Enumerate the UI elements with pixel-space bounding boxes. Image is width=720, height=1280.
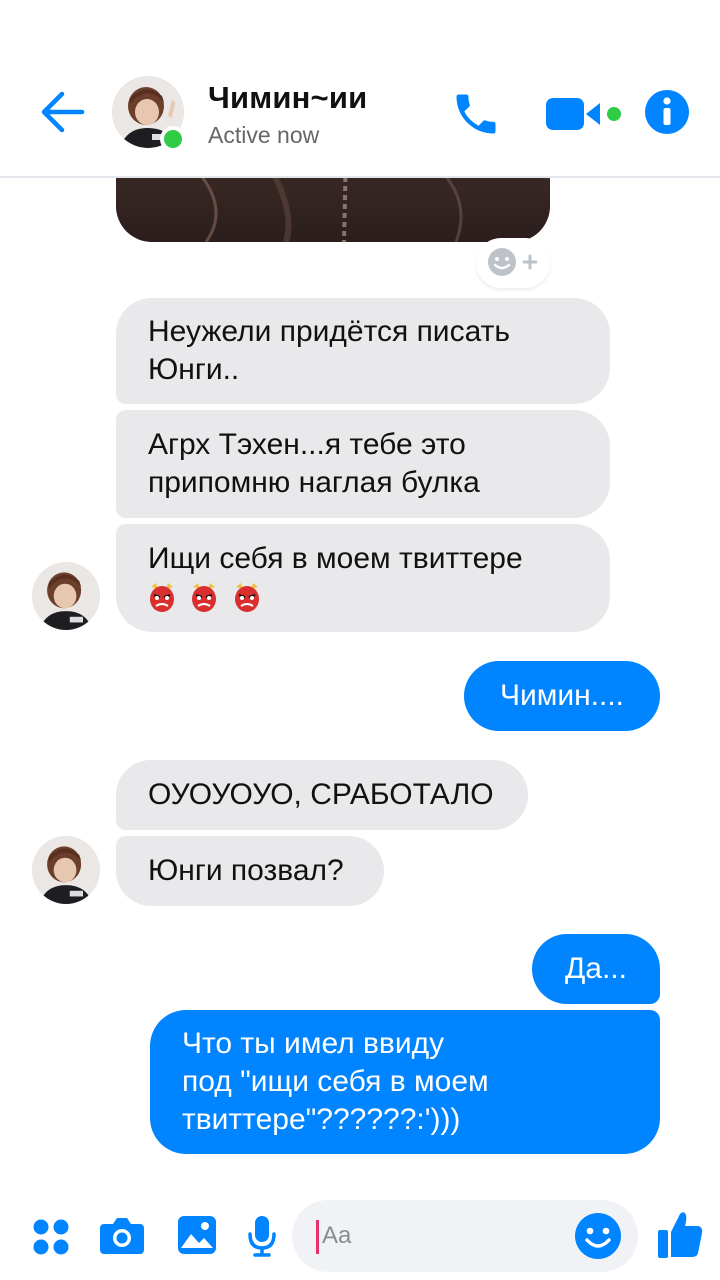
avatar-photo [32, 562, 100, 630]
video-camera-icon [546, 98, 621, 130]
message-bubble-incoming[interactable]: Ищи себя в моем твиттере [116, 524, 610, 632]
thumbs-up-icon [658, 1212, 703, 1258]
message-bubble-outgoing[interactable]: Чимин.... [464, 661, 660, 731]
message-text: Чимин.... [499, 679, 625, 712]
sender-avatar[interactable] [32, 836, 100, 904]
voice-call-button[interactable] [450, 88, 502, 140]
message-bubble-incoming[interactable]: Юнги позвал? [116, 836, 384, 906]
text-cursor [316, 1220, 319, 1254]
gallery-icon [178, 1216, 216, 1254]
camera-icon [100, 1218, 144, 1254]
add-reaction-button[interactable] [476, 238, 550, 288]
apps-icon [33, 1219, 69, 1255]
message-text: Юнги позвал? [148, 854, 344, 887]
contact-status: Active now [208, 122, 320, 148]
voice-message-button[interactable] [246, 1214, 278, 1263]
message-text: Что ты имел ввиду под "ищи себя в моем т… [182, 1027, 489, 1136]
contact-avatar[interactable] [112, 76, 186, 152]
conversation-header: Чимин~ии Active now [0, 0, 720, 178]
message-bubble-incoming[interactable]: Агрх Тэхен...я тебе это припомню наглая … [116, 410, 610, 518]
online-indicator [160, 126, 186, 152]
avatar-photo [32, 836, 100, 904]
gallery-button[interactable] [176, 1214, 218, 1261]
back-arrow-icon [41, 91, 85, 133]
message-text: ОУОУОУО, СРАБОТАЛО [148, 778, 494, 811]
sender-avatar[interactable] [32, 562, 100, 630]
add-reaction-icon [488, 248, 538, 276]
message-text: Неужели придётся писать Юнги.. [148, 315, 510, 386]
message-text: Да... [564, 952, 627, 985]
microphone-icon [248, 1216, 276, 1257]
message-bubble-incoming[interactable]: Неужели придётся писать Юнги.. [116, 298, 610, 404]
info-icon [645, 90, 689, 134]
message-bubble-incoming[interactable]: ОУОУОУО, СРАБОТАЛО [116, 760, 528, 830]
like-button[interactable] [656, 1210, 704, 1265]
japanese-goblin-icon [192, 583, 217, 613]
back-button[interactable] [38, 90, 86, 134]
message-input-placeholder: Aa [322, 1222, 352, 1249]
contact-name[interactable]: Чимин~ии [208, 80, 367, 116]
message-text: Ищи себя в моем твиттере [148, 542, 523, 575]
japanese-goblin-icon [234, 583, 259, 613]
phone-icon [456, 94, 496, 134]
camera-button[interactable] [98, 1216, 146, 1261]
apps-button[interactable] [32, 1218, 70, 1261]
emoji-icon [575, 1213, 621, 1259]
message-bubble-outgoing[interactable]: Да... [532, 934, 660, 1004]
emoji-button[interactable] [574, 1212, 622, 1265]
japanese-goblin-icon [150, 583, 174, 613]
message-input[interactable]: Aa [292, 1200, 638, 1272]
conversation-info-button[interactable] [644, 89, 690, 135]
message-composer: Aa [0, 1196, 720, 1280]
message-text: Агрх Тэхен...я тебе это припомню наглая … [148, 428, 480, 499]
emoji-row [148, 578, 267, 616]
message-bubble-outgoing[interactable]: Что ты имел ввиду под "ищи себя в моем т… [150, 1010, 660, 1154]
video-call-button[interactable] [544, 94, 624, 134]
